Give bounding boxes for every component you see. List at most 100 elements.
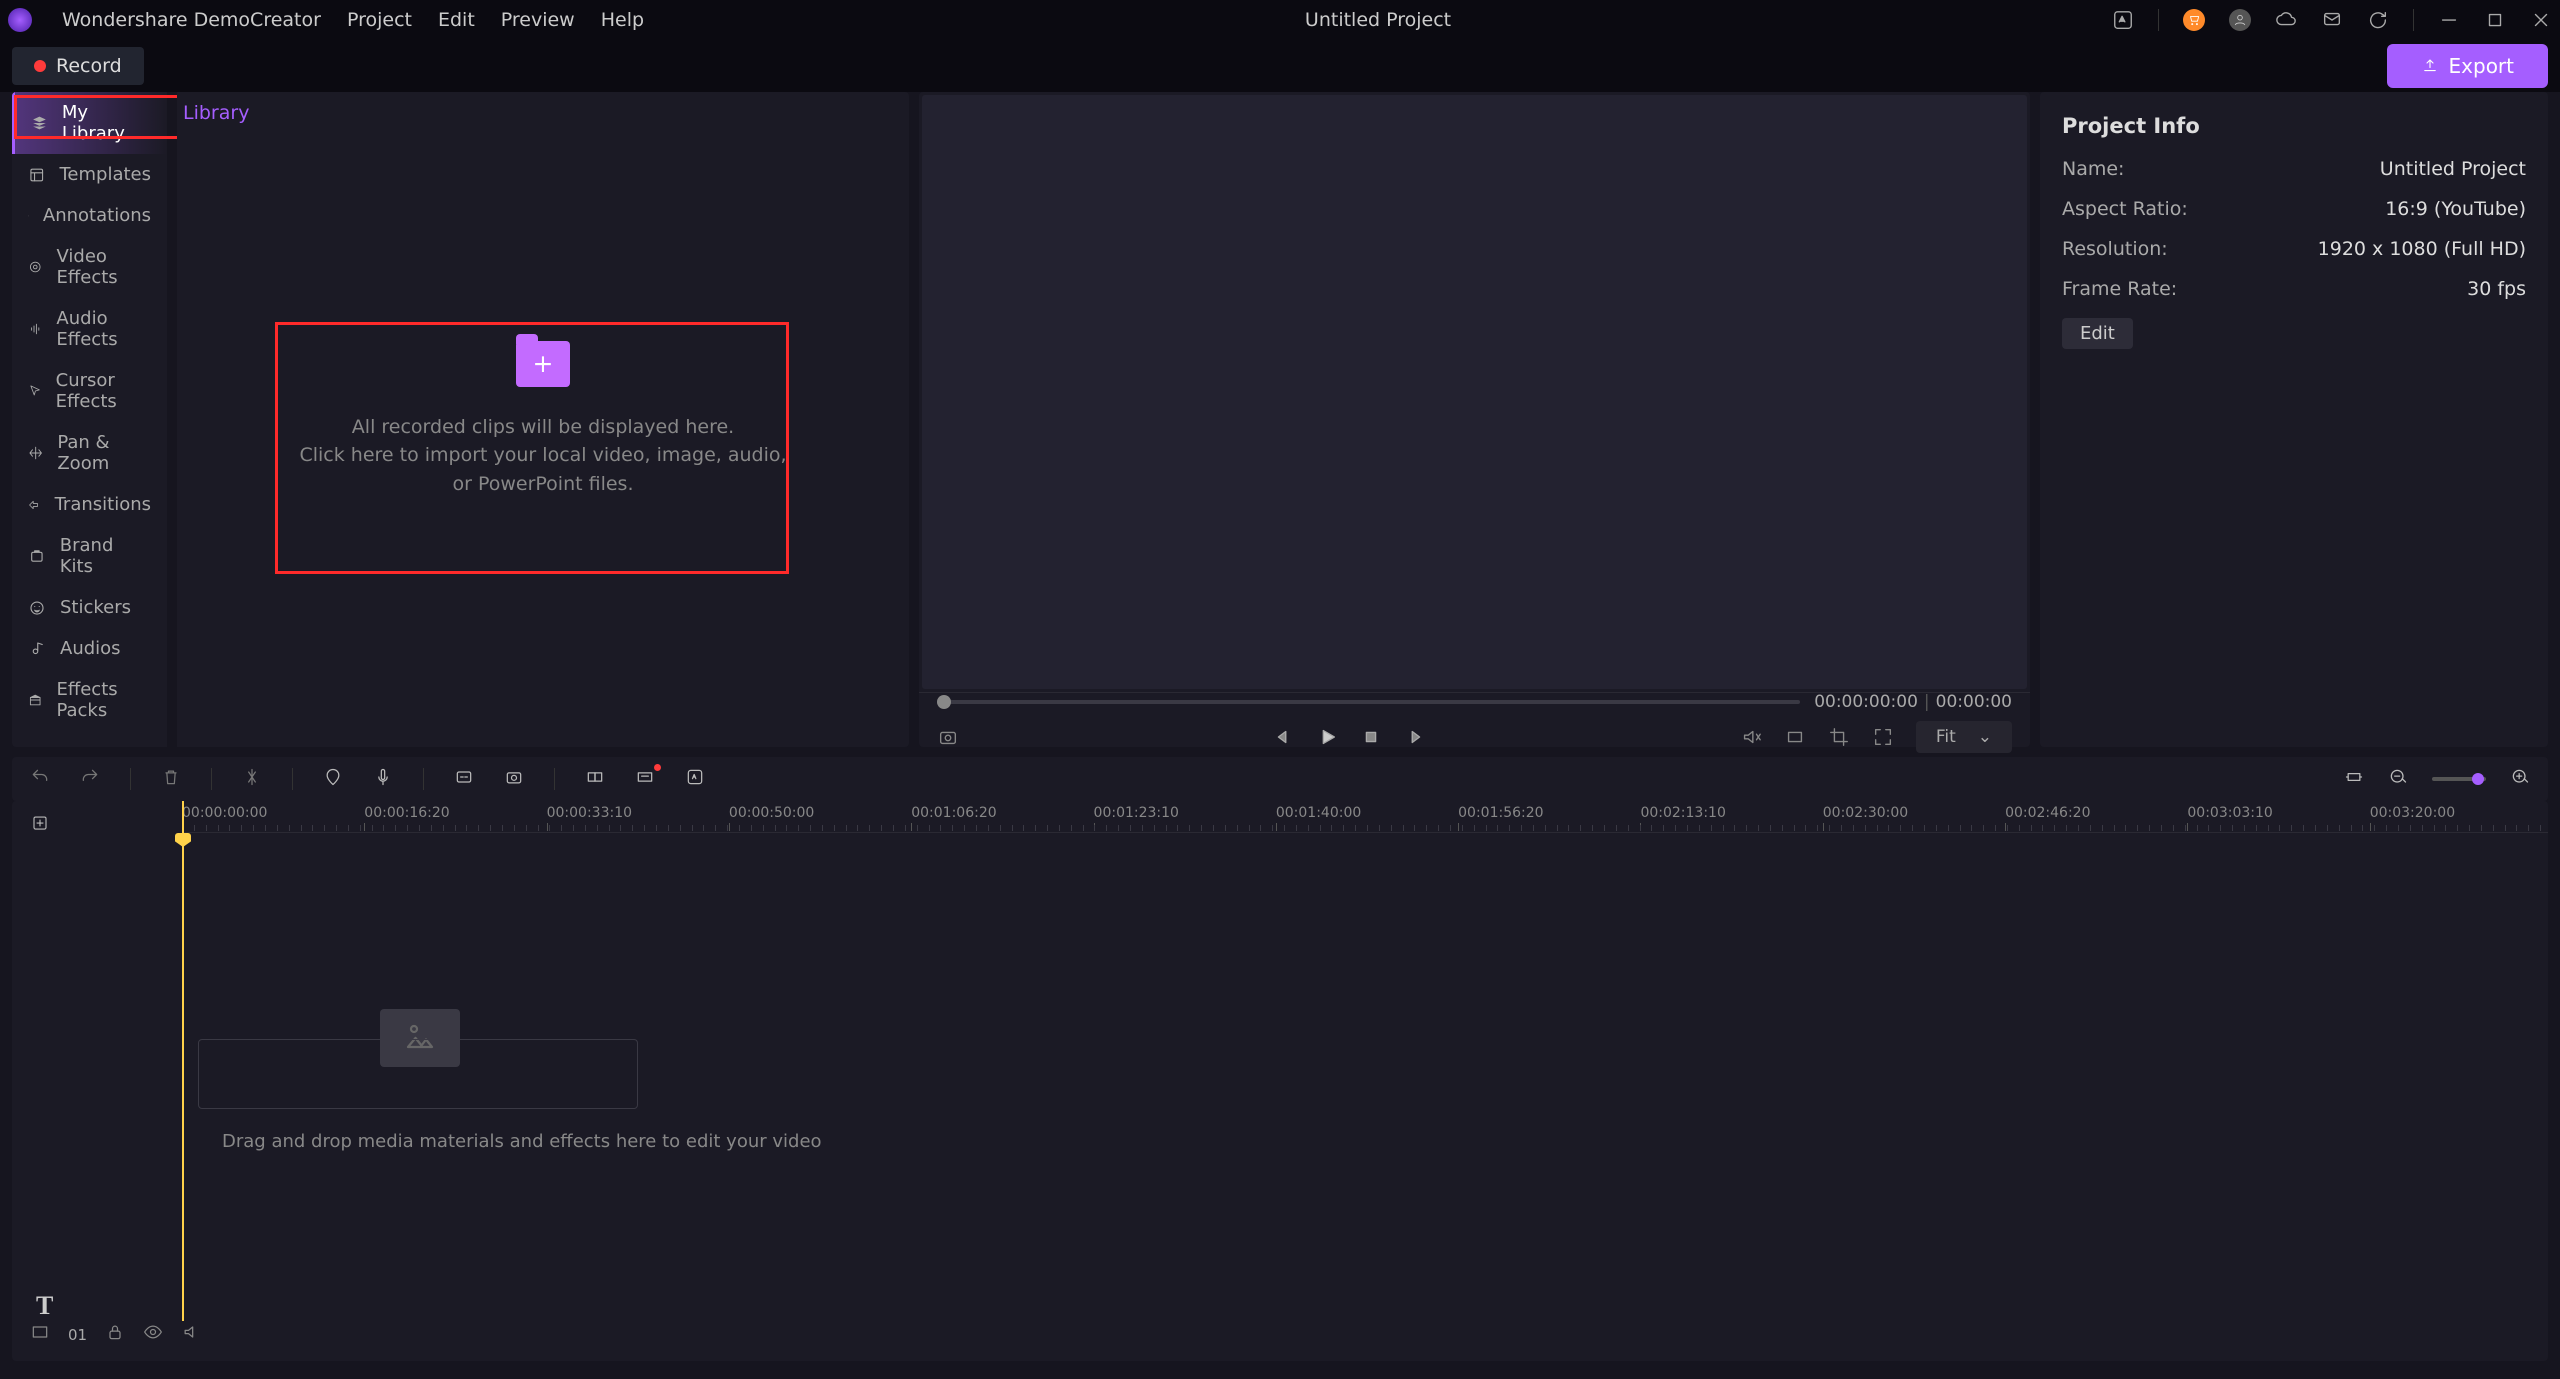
screenshot-button[interactable] (504, 767, 524, 792)
templates-icon (28, 166, 45, 184)
sidebar-item-templates[interactable]: Templates (12, 154, 167, 195)
lock-button[interactable] (105, 1322, 125, 1347)
user-icon[interactable] (2229, 9, 2251, 31)
ai-button[interactable] (685, 767, 705, 792)
ruler-tick: 00:02:13:10 (1640, 805, 1725, 821)
add-track-button[interactable] (26, 809, 54, 837)
info-name-value: Untitled Project (2380, 158, 2526, 180)
delete-button[interactable] (161, 767, 181, 792)
sidebar-item-library[interactable]: My Library (12, 92, 167, 154)
time-total: 00:00:00 (1936, 692, 2012, 712)
sidebar-item-pan-zoom[interactable]: Pan & Zoom (12, 422, 167, 484)
caption-button[interactable] (454, 767, 474, 792)
ruler-tick: 00:00:50:00 (729, 805, 814, 821)
message-icon[interactable] (2321, 9, 2343, 31)
maximize-icon[interactable] (2484, 9, 2506, 31)
menu-project[interactable]: Project (347, 9, 412, 31)
text-track-icon[interactable]: T (36, 1291, 53, 1321)
info-aspect-key: Aspect Ratio: (2062, 198, 2188, 220)
fit-label: Fit (1936, 727, 1956, 747)
record-label: Record (56, 55, 122, 77)
minimize-icon[interactable] (2438, 9, 2460, 31)
split-button[interactable] (242, 767, 262, 792)
sidebar-item-annotations[interactable]: Annotations (12, 195, 167, 236)
packs-icon (28, 691, 42, 709)
mute-icon[interactable] (1740, 726, 1762, 748)
voiceover-button[interactable] (373, 767, 393, 792)
ruler-tick: 00:01:56:20 (1458, 805, 1543, 821)
seek-thumb[interactable] (937, 695, 951, 709)
folder-icon (516, 341, 570, 387)
screenshot-icon[interactable] (937, 726, 959, 748)
separator (211, 768, 212, 790)
sidebar-item-video-effects[interactable]: Video Effects (12, 236, 167, 298)
tab-library[interactable]: Library (167, 93, 265, 133)
sidebar-item-label: Transitions (55, 494, 151, 515)
sidebar-item-label: Templates (59, 164, 151, 185)
app-logo (8, 8, 32, 32)
seek-bar[interactable]: 00:00:00:00|00:00:00 (937, 693, 2012, 711)
fit-dropdown[interactable]: Fit⌄ (1916, 721, 2012, 753)
fullscreen-icon[interactable] (1872, 726, 1894, 748)
export-button[interactable]: Export (2387, 44, 2548, 88)
menu-preview[interactable]: Preview (501, 9, 575, 31)
edit-button[interactable]: Edit (2062, 318, 2133, 349)
undo-button[interactable] (30, 767, 50, 792)
zoom-out-button[interactable] (2388, 767, 2408, 792)
track-hint: Drag and drop media materials and effect… (222, 1131, 822, 1152)
ai-assist-icon[interactable] (2112, 9, 2134, 31)
ruler-tick: 00:02:30:00 (1823, 805, 1908, 821)
play-button[interactable] (1316, 726, 1338, 748)
zoom-in-button[interactable] (2510, 767, 2530, 792)
group-button[interactable] (585, 767, 605, 792)
sidebar-item-brand-kits[interactable]: Brand Kits (12, 525, 167, 587)
close-icon[interactable] (2530, 9, 2552, 31)
marker-button[interactable] (323, 767, 343, 792)
cursor-icon (28, 382, 42, 400)
prev-frame-button[interactable] (1272, 726, 1294, 748)
sync-icon[interactable] (2367, 9, 2389, 31)
separator (292, 768, 293, 790)
menu-edit[interactable]: Edit (438, 9, 475, 31)
stickers-icon (28, 599, 46, 617)
pan-icon (28, 444, 43, 462)
zoom-slider[interactable] (2432, 777, 2486, 781)
import-dropzone[interactable]: All recorded clips will be displayed her… (299, 341, 786, 499)
sidebar-item-label: Effects Packs (56, 679, 151, 721)
track-number: 01 (68, 1326, 87, 1344)
timeline-ruler[interactable]: 00:00:00:0000:00:16:2000:00:33:1000:00:5… (182, 801, 2548, 833)
effects-button[interactable] (635, 767, 655, 792)
sidebar-item-audios[interactable]: Audios (12, 628, 167, 669)
sidebar-item-effects-packs[interactable]: Effects Packs (12, 669, 167, 731)
playhead[interactable] (182, 801, 184, 1321)
mute-track-button[interactable] (181, 1322, 201, 1347)
crop-icon[interactable] (1828, 726, 1850, 748)
empty-track[interactable] (198, 1039, 638, 1109)
ruler-tick: 00:00:00:00 (182, 805, 267, 821)
fit-timeline-button[interactable] (2344, 767, 2364, 792)
sidebar-item-label: Video Effects (57, 246, 152, 288)
cloud-icon[interactable] (2275, 9, 2297, 31)
next-frame-button[interactable] (1404, 726, 1426, 748)
timeline[interactable]: 00:00:00:0000:00:16:2000:00:33:1000:00:5… (12, 801, 2548, 1361)
audios-icon (28, 640, 46, 658)
info-res-key: Resolution: (2062, 238, 2168, 260)
ratio-icon[interactable] (1784, 726, 1806, 748)
cart-icon[interactable] (2183, 9, 2205, 31)
sidebar-item-transitions[interactable]: Transitions (12, 484, 167, 525)
sidebar: My Library Templates Annotations Video E… (12, 92, 167, 747)
timeline-toolbar (12, 757, 2548, 801)
sidebar-item-cursor-effects[interactable]: Cursor Effects (12, 360, 167, 422)
info-fps-value: 30 fps (2467, 278, 2526, 300)
track-type-icon[interactable] (30, 1322, 50, 1347)
menu-help[interactable]: Help (601, 9, 644, 31)
sidebar-item-audio-effects[interactable]: Audio Effects (12, 298, 167, 360)
record-button[interactable]: Record (12, 47, 144, 85)
sidebar-item-stickers[interactable]: Stickers (12, 587, 167, 628)
preview-canvas[interactable] (922, 95, 2027, 689)
separator (2158, 9, 2159, 31)
export-icon (2421, 57, 2439, 75)
visibility-button[interactable] (143, 1322, 163, 1347)
redo-button[interactable] (80, 767, 100, 792)
stop-button[interactable] (1360, 726, 1382, 748)
